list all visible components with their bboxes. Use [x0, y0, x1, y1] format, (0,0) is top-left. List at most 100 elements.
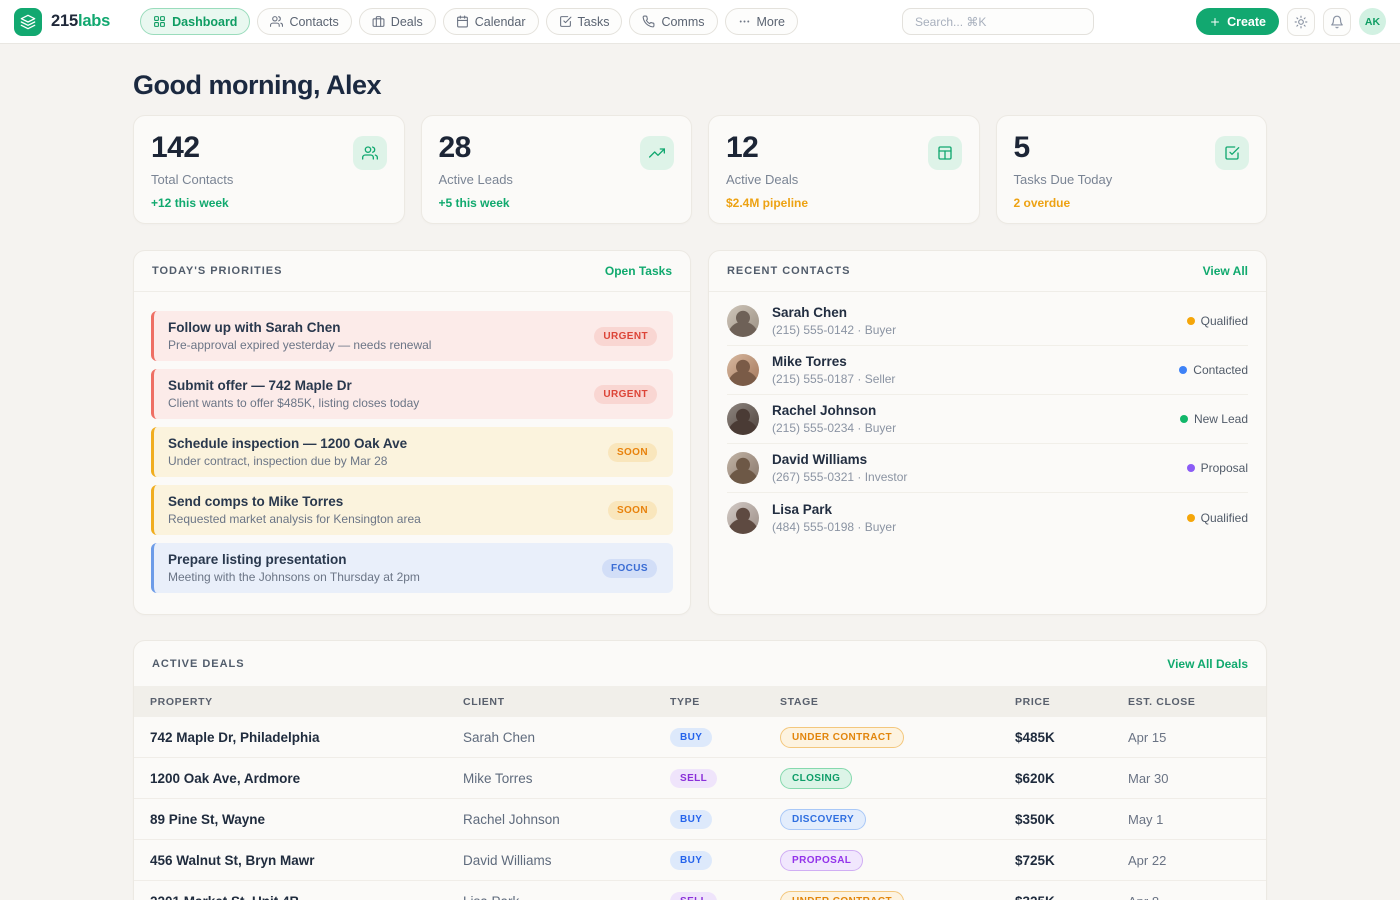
task-item[interactable]: Follow up with Sarah Chen Pre-approval e… [151, 311, 673, 361]
stat-card-tasks-due[interactable]: 5 Tasks Due Today 2 overdue [996, 115, 1268, 224]
users-icon [353, 136, 387, 170]
status-badge: Qualified [1187, 511, 1248, 525]
table-row[interactable]: 2201 Market St, Unit 4B Lisa Park SELL U… [134, 881, 1266, 900]
contact-row[interactable]: David Williams (267) 555-0321 · Investor… [727, 444, 1248, 493]
deal-price: $485K [1015, 730, 1128, 745]
col-price: PRICE [1015, 696, 1128, 708]
nav-tab-more[interactable]: More [725, 8, 798, 35]
task-title: Send comps to Mike Torres [168, 494, 421, 509]
task-item[interactable]: Prepare listing presentation Meeting wit… [151, 543, 673, 593]
brand-number: 215 [51, 12, 78, 30]
contact-row[interactable]: Rachel Johnson (215) 555-0234 · Buyer Ne… [727, 395, 1248, 444]
task-item[interactable]: Send comps to Mike Torres Requested mark… [151, 485, 673, 535]
nav-label: Calendar [475, 15, 526, 29]
contact-detail: (215) 555-0234 · Buyer [772, 421, 1167, 435]
theme-toggle-button[interactable] [1287, 8, 1315, 36]
table-row[interactable]: 742 Maple Dr, Philadelphia Sarah Chen BU… [134, 717, 1266, 758]
type-badge: BUY [670, 810, 712, 829]
view-all-link[interactable]: View All [1203, 264, 1248, 278]
todays-priorities-panel: TODAY'S PRIORITIES Open Tasks Follow up … [133, 250, 691, 615]
task-item[interactable]: Schedule inspection — 1200 Oak Ave Under… [151, 427, 673, 477]
page-title: Good morning, Alex [133, 70, 1267, 101]
check-square-icon [559, 15, 572, 28]
brand[interactable]: 215labs [14, 8, 110, 36]
nav-tab-tasks[interactable]: Tasks [546, 8, 623, 35]
stat-value: 12 [726, 131, 962, 165]
deal-price: $350K [1015, 812, 1128, 827]
nav-tab-comms[interactable]: Comms [629, 8, 717, 35]
stat-delta: $2.4M pipeline [726, 196, 962, 210]
status-label: Qualified [1201, 314, 1248, 328]
contact-row[interactable]: Mike Torres (215) 555-0187 · Seller Cont… [727, 346, 1248, 395]
user-avatar[interactable]: AK [1359, 8, 1386, 35]
brand-suffix: labs [78, 12, 110, 30]
recent-contacts-panel: RECENT CONTACTS View All Sarah Chen (215… [708, 250, 1267, 615]
status-label: Contacted [1193, 363, 1248, 377]
create-button[interactable]: Create [1196, 8, 1279, 35]
contact-row[interactable]: Lisa Park (484) 555-0198 · Buyer Qualifi… [727, 493, 1248, 542]
priority-badge: SOON [608, 501, 657, 520]
briefcase-icon [372, 15, 385, 28]
task-item[interactable]: Submit offer — 742 Maple Dr Client wants… [151, 369, 673, 419]
priority-badge: FOCUS [602, 559, 657, 578]
logo [14, 8, 42, 36]
header-actions: Create AK [1196, 8, 1386, 36]
contact-detail: (267) 555-0321 · Investor [772, 470, 1174, 484]
stat-value: 28 [439, 131, 675, 165]
stat-card-total-contacts[interactable]: 142 Total Contacts +12 this week [133, 115, 405, 224]
deal-close: Apr 15 [1128, 730, 1250, 745]
brand-name: 215labs [51, 12, 110, 31]
contact-row[interactable]: Sarah Chen (215) 555-0142 · Buyer Qualif… [727, 297, 1248, 346]
stat-delta: +5 this week [439, 196, 675, 210]
stage-badge: CLOSING [780, 768, 852, 789]
deal-close: Mar 30 [1128, 771, 1250, 786]
type-badge: SELL [670, 769, 717, 788]
status-badge: Contacted [1179, 363, 1248, 377]
panels-row: TODAY'S PRIORITIES Open Tasks Follow up … [133, 250, 1267, 615]
status-dot [1187, 464, 1195, 472]
stat-cards: 142 Total Contacts +12 this week 28 Acti… [133, 115, 1267, 224]
task-desc: Meeting with the Johnsons on Thursday at… [168, 570, 420, 584]
notifications-button[interactable] [1323, 8, 1351, 36]
check-square-icon [1215, 136, 1249, 170]
nav-label: Contacts [289, 15, 338, 29]
stat-card-active-deals[interactable]: 12 Active Deals $2.4M pipeline [708, 115, 980, 224]
open-tasks-link[interactable]: Open Tasks [605, 264, 672, 278]
view-all-deals-link[interactable]: View All Deals [1167, 657, 1248, 671]
nav-tab-contacts[interactable]: Contacts [257, 8, 351, 35]
status-dot [1187, 317, 1195, 325]
nav-label: Dashboard [172, 15, 237, 29]
nav-label: More [757, 15, 785, 29]
status-label: Proposal [1201, 461, 1248, 475]
status-dot [1187, 514, 1195, 522]
stat-label: Active Leads [439, 172, 675, 187]
contact-detail: (215) 555-0142 · Buyer [772, 323, 1174, 337]
table-row[interactable]: 89 Pine St, Wayne Rachel Johnson BUY DIS… [134, 799, 1266, 840]
type-badge: BUY [670, 851, 712, 870]
search-input[interactable] [902, 8, 1094, 35]
contact-detail: (484) 555-0198 · Buyer [772, 520, 1174, 534]
task-title: Submit offer — 742 Maple Dr [168, 378, 419, 393]
stat-value: 5 [1014, 131, 1250, 165]
col-type: TYPE [670, 696, 780, 708]
status-badge: Qualified [1187, 314, 1248, 328]
contact-name: Rachel Johnson [772, 403, 1167, 418]
nav-tab-deals[interactable]: Deals [359, 8, 436, 35]
table-row[interactable]: 1200 Oak Ave, Ardmore Mike Torres SELL C… [134, 758, 1266, 799]
task-desc: Requested market analysis for Kensington… [168, 512, 421, 526]
deal-property: 89 Pine St, Wayne [150, 812, 463, 827]
stat-card-active-leads[interactable]: 28 Active Leads +5 this week [421, 115, 693, 224]
stat-value: 142 [151, 131, 387, 165]
deal-price: $725K [1015, 853, 1128, 868]
trending-up-icon [640, 136, 674, 170]
stage-badge: PROPOSAL [780, 850, 863, 871]
status-badge: New Lead [1180, 412, 1248, 426]
grid-icon [153, 15, 166, 28]
contact-name: Mike Torres [772, 354, 1166, 369]
type-badge: BUY [670, 728, 712, 747]
nav-tab-calendar[interactable]: Calendar [443, 8, 539, 35]
priority-badge: URGENT [594, 385, 657, 404]
nav-tab-dashboard[interactable]: Dashboard [140, 8, 250, 35]
table-row[interactable]: 456 Walnut St, Bryn Mawr David Williams … [134, 840, 1266, 881]
ellipsis-icon [738, 15, 751, 28]
